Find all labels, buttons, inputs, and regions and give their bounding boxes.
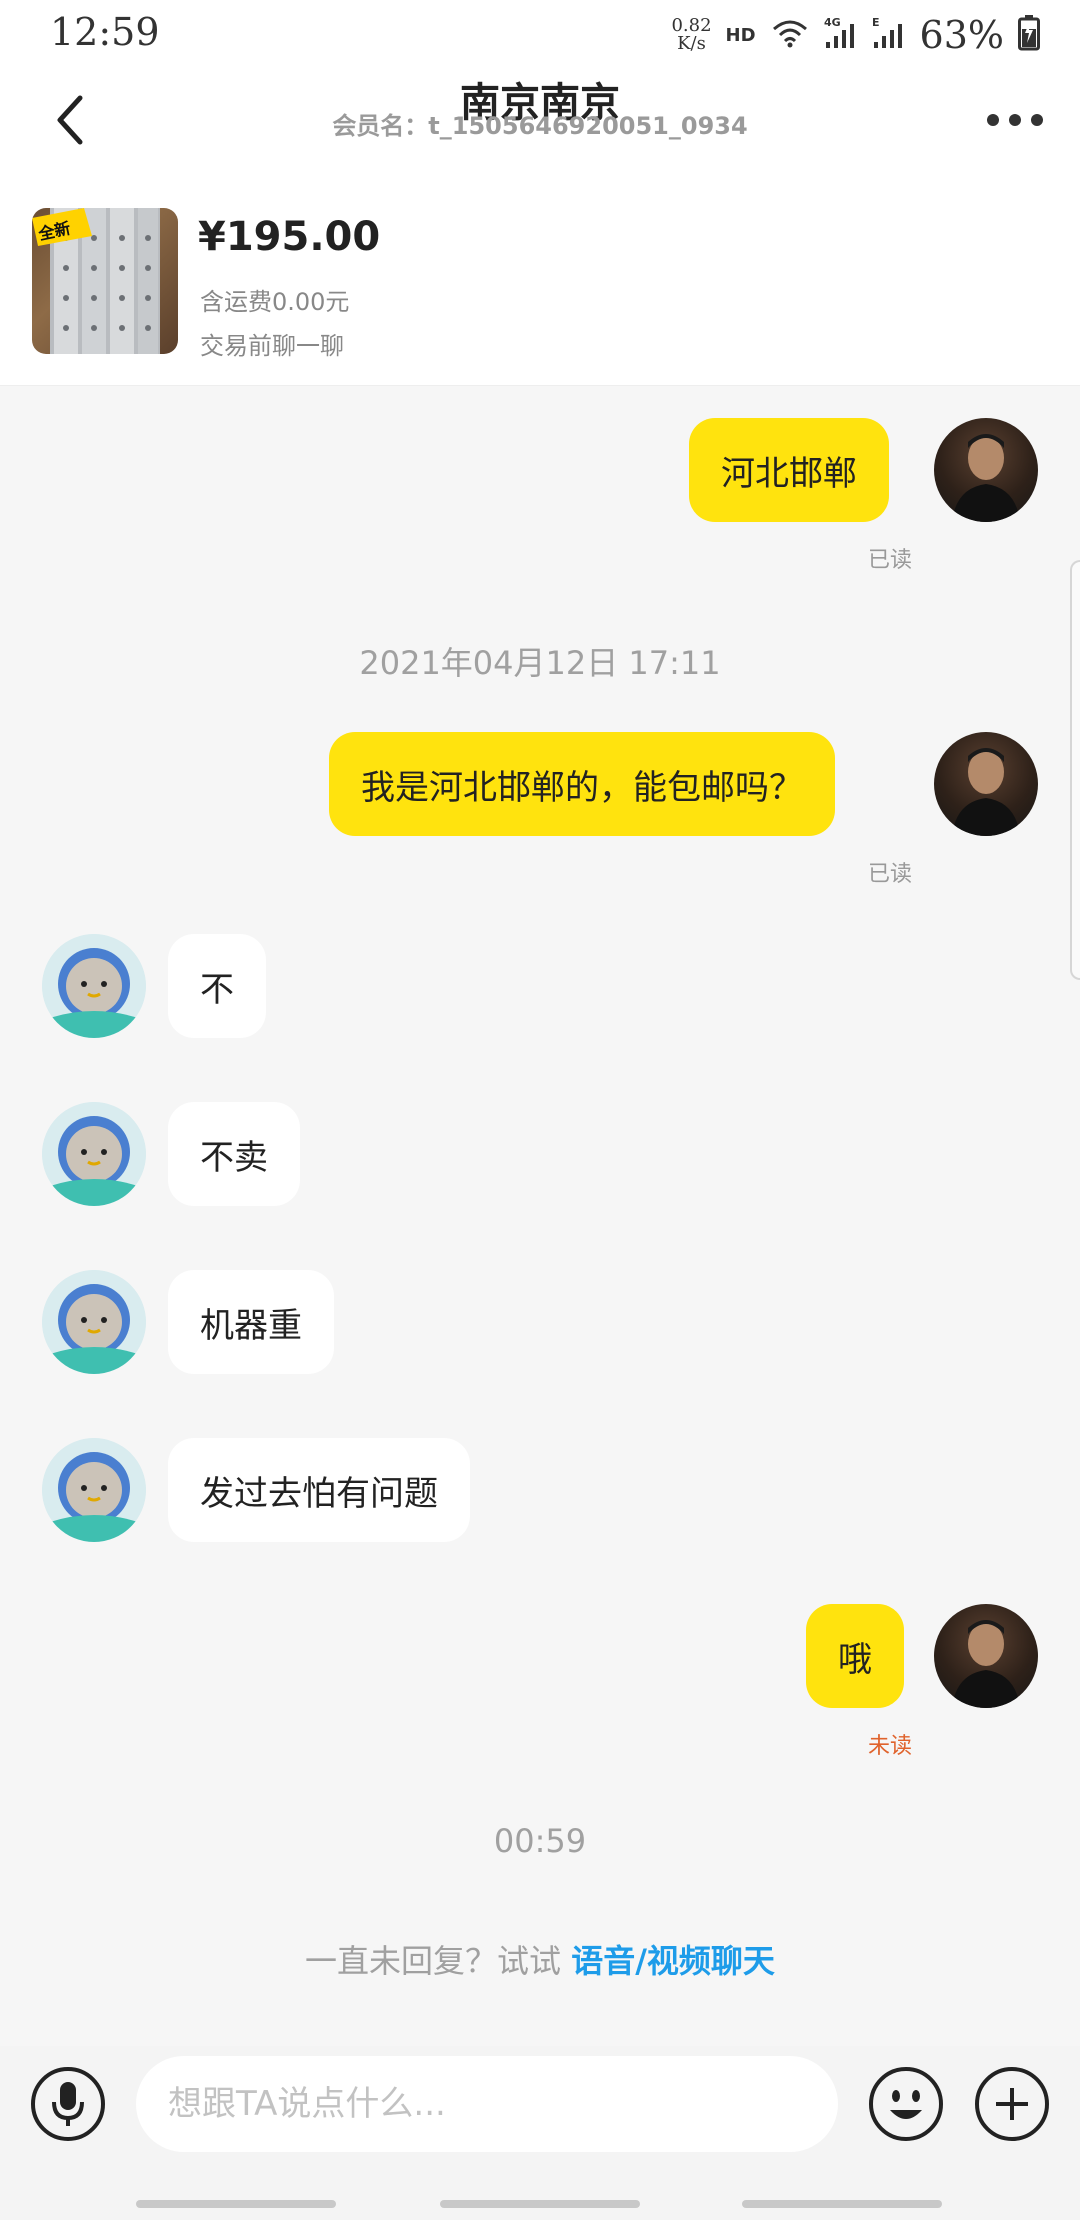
voice-video-call-link[interactable]: 语音/视频聊天 <box>571 1942 775 1980</box>
message-timestamp: 2021年04月12日 17:11 <box>359 644 721 682</box>
avatar[interactable] <box>934 1604 1038 1708</box>
status-bar: 12:59 0.82 K/s HD 4G E 63% <box>0 0 1080 70</box>
4g-signal-icon: 4G <box>824 16 858 54</box>
plus-button[interactable] <box>974 2066 1050 2142</box>
microphone-icon <box>31 2067 105 2141</box>
message-bubble-incoming[interactable]: 不 <box>168 934 266 1038</box>
battery-icon <box>1018 15 1040 55</box>
message-bubble-outgoing[interactable]: 哦 <box>806 1604 904 1708</box>
avatar[interactable] <box>42 934 146 1038</box>
product-shipping: 含运费0.00元 <box>200 288 350 316</box>
product-card[interactable]: 全新 ¥195.00 含运费0.00元 交易前聊一聊 <box>0 190 1080 386</box>
e-signal-icon: E <box>872 16 906 54</box>
hd-badge: HD <box>725 24 756 46</box>
message-bubble-incoming[interactable]: 机器重 <box>168 1270 334 1374</box>
gesture-pill-right[interactable] <box>742 2200 942 2208</box>
status-icons: 0.82 K/s HD 4G E 63% <box>671 10 1040 60</box>
plus-icon <box>975 2067 1049 2141</box>
member-name: 会员名：t_1505646920051_0934 <box>332 112 748 140</box>
read-status: 已读 <box>867 548 912 573</box>
status-time: 12:59 <box>50 10 160 54</box>
message-input[interactable] <box>136 2056 838 2152</box>
battery-percent: 63% <box>919 13 1004 57</box>
message-timestamp: 00:59 <box>493 1822 587 1860</box>
avatar[interactable] <box>42 1438 146 1542</box>
gesture-nav-bar <box>0 2186 1080 2220</box>
more-button[interactable] <box>980 90 1050 150</box>
avatar[interactable] <box>934 418 1038 522</box>
message-bubble-outgoing[interactable]: 河北邯郸 <box>689 418 889 522</box>
svg-text:4G: 4G <box>824 16 841 29</box>
call-hint-prefix: 一直未回复？试试 <box>305 1942 562 1980</box>
avatar[interactable] <box>42 1270 146 1374</box>
emoji-button[interactable] <box>868 2066 944 2142</box>
avatar[interactable] <box>42 1102 146 1206</box>
wifi-icon <box>770 17 810 53</box>
input-bar <box>0 2046 1080 2186</box>
network-speed-unit: K/s <box>677 33 706 54</box>
call-hint: 一直未回复？试试 语音/视频聊天 <box>0 1936 1080 1982</box>
edge-panel-handle[interactable] <box>1070 560 1080 980</box>
message-bubble-outgoing[interactable]: 我是河北邯郸的，能包邮吗？ <box>329 732 835 836</box>
gesture-pill-left[interactable] <box>136 2200 336 2208</box>
more-dots-icon <box>987 114 1043 126</box>
network-speed: 0.82 K/s <box>671 17 711 53</box>
chat-messages[interactable]: 河北邯郸 已读 2021年04月12日 17:11 我是河北邯郸的，能包邮吗？ … <box>0 386 1080 2046</box>
product-image[interactable]: 全新 <box>32 208 178 354</box>
svg-text:E: E <box>872 16 880 29</box>
gesture-pill-center[interactable] <box>440 2200 640 2208</box>
read-status: 已读 <box>867 862 912 887</box>
chat-header: 南京南京 会员名：t_1505646920051_0934 <box>0 70 1080 190</box>
message-bubble-incoming[interactable]: 不卖 <box>168 1102 300 1206</box>
product-note: 交易前聊一聊 <box>200 332 344 360</box>
message-bubble-incoming[interactable]: 发过去怕有问题 <box>168 1438 470 1542</box>
unread-status: 未读 <box>867 1734 912 1759</box>
product-price: ¥195.00 <box>198 214 381 260</box>
voice-button[interactable] <box>30 2066 106 2142</box>
smiley-icon <box>869 2067 943 2141</box>
avatar[interactable] <box>934 732 1038 836</box>
